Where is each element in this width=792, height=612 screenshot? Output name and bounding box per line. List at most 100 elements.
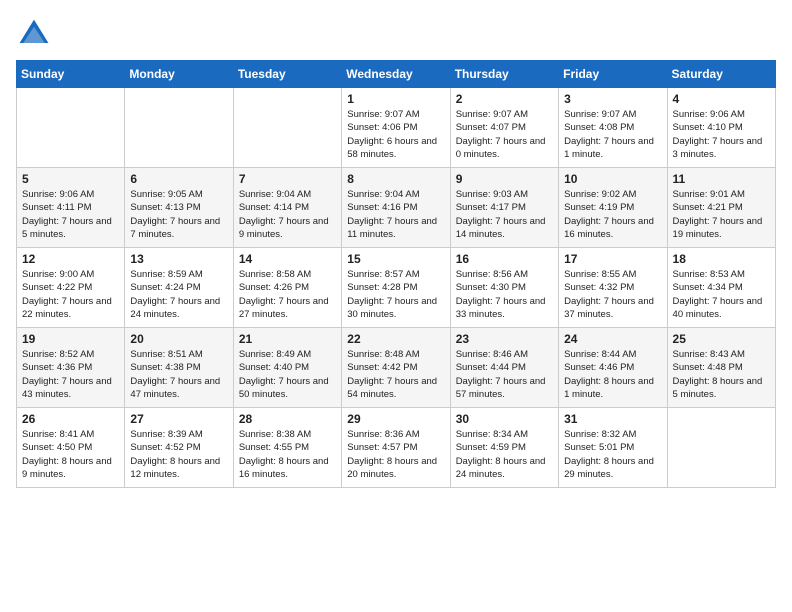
day-number: 25: [673, 332, 770, 346]
calendar-cell: 13 Sunrise: 8:59 AM Sunset: 4:24 PM Dayli…: [125, 248, 233, 328]
calendar-body: 1 Sunrise: 9:07 AM Sunset: 4:06 PM Daylig…: [17, 88, 776, 488]
logo: [16, 16, 56, 52]
cell-info: Sunrise: 8:36 AM Sunset: 4:57 PM Dayligh…: [347, 428, 444, 481]
header-cell-wednesday: Wednesday: [342, 61, 450, 88]
day-number: 20: [130, 332, 227, 346]
day-number: 17: [564, 252, 661, 266]
day-number: 28: [239, 412, 336, 426]
header-cell-tuesday: Tuesday: [233, 61, 341, 88]
day-number: 3: [564, 92, 661, 106]
cell-info: Sunrise: 8:58 AM Sunset: 4:26 PM Dayligh…: [239, 268, 336, 321]
cell-info: Sunrise: 8:38 AM Sunset: 4:55 PM Dayligh…: [239, 428, 336, 481]
calendar-cell: 4Sunrise: 9:06 AM Sunset: 4:10 PM Daylig…: [667, 88, 775, 168]
day-number: 23: [456, 332, 553, 346]
calendar-cell: 11 Sunrise: 9:01 AM Sunset: 4:21 PM Dayli…: [667, 168, 775, 248]
header-cell-monday: Monday: [125, 61, 233, 88]
cell-info: Sunrise: 8:44 AM Sunset: 4:46 PM Dayligh…: [564, 348, 661, 401]
cell-info: Sunrise: 9:01 AM Sunset: 4:21 PM Dayligh…: [673, 188, 770, 241]
calendar-cell: 18Sunrise: 8:53 AM Sunset: 4:34 PM Dayli…: [667, 248, 775, 328]
calendar-cell: 15 Sunrise: 8:57 AM Sunset: 4:28 PM Dayli…: [342, 248, 450, 328]
day-number: 5: [22, 172, 119, 186]
day-number: 30: [456, 412, 553, 426]
calendar-cell: 6 Sunrise: 9:05 AM Sunset: 4:13 PM Daylig…: [125, 168, 233, 248]
cell-info: Sunrise: 9:02 AM Sunset: 4:19 PM Dayligh…: [564, 188, 661, 241]
cell-info: Sunrise: 9:06 AM Sunset: 4:10 PM Dayligh…: [673, 108, 770, 161]
calendar-cell: 22 Sunrise: 8:48 AM Sunset: 4:42 PM Dayli…: [342, 328, 450, 408]
calendar-cell: 29 Sunrise: 8:36 AM Sunset: 4:57 PM Dayli…: [342, 408, 450, 488]
calendar-cell: 1 Sunrise: 9:07 AM Sunset: 4:06 PM Daylig…: [342, 88, 450, 168]
cell-info: Sunrise: 8:55 AM Sunset: 4:32 PM Dayligh…: [564, 268, 661, 321]
week-row-3: 12 Sunrise: 9:00 AM Sunset: 4:22 PM Dayli…: [17, 248, 776, 328]
calendar-cell: 24 Sunrise: 8:44 AM Sunset: 4:46 PM Dayli…: [559, 328, 667, 408]
cell-info: Sunrise: 8:57 AM Sunset: 4:28 PM Dayligh…: [347, 268, 444, 321]
day-number: 10: [564, 172, 661, 186]
cell-info: Sunrise: 9:04 AM Sunset: 4:16 PM Dayligh…: [347, 188, 444, 241]
cell-info: Sunrise: 8:53 AM Sunset: 4:34 PM Dayligh…: [673, 268, 770, 321]
calendar-cell: [125, 88, 233, 168]
day-number: 7: [239, 172, 336, 186]
day-number: 6: [130, 172, 227, 186]
header-cell-thursday: Thursday: [450, 61, 558, 88]
day-number: 31: [564, 412, 661, 426]
calendar-cell: 20 Sunrise: 8:51 AM Sunset: 4:38 PM Dayli…: [125, 328, 233, 408]
cell-info: Sunrise: 8:41 AM Sunset: 4:50 PM Dayligh…: [22, 428, 119, 481]
day-number: 15: [347, 252, 444, 266]
day-number: 14: [239, 252, 336, 266]
cell-info: Sunrise: 8:39 AM Sunset: 4:52 PM Dayligh…: [130, 428, 227, 481]
cell-info: Sunrise: 8:49 AM Sunset: 4:40 PM Dayligh…: [239, 348, 336, 401]
calendar-cell: 8 Sunrise: 9:04 AM Sunset: 4:16 PM Daylig…: [342, 168, 450, 248]
calendar-cell: 7 Sunrise: 9:04 AM Sunset: 4:14 PM Daylig…: [233, 168, 341, 248]
header-cell-friday: Friday: [559, 61, 667, 88]
calendar-cell: 5Sunrise: 9:06 AM Sunset: 4:11 PM Daylig…: [17, 168, 125, 248]
cell-info: Sunrise: 8:59 AM Sunset: 4:24 PM Dayligh…: [130, 268, 227, 321]
day-number: 24: [564, 332, 661, 346]
day-number: 11: [673, 172, 770, 186]
cell-info: Sunrise: 8:32 AM Sunset: 5:01 PM Dayligh…: [564, 428, 661, 481]
logo-icon: [16, 16, 52, 52]
cell-info: Sunrise: 9:05 AM Sunset: 4:13 PM Dayligh…: [130, 188, 227, 241]
week-row-5: 26 Sunrise: 8:41 AM Sunset: 4:50 PM Dayli…: [17, 408, 776, 488]
day-number: 8: [347, 172, 444, 186]
calendar-cell: 30 Sunrise: 8:34 AM Sunset: 4:59 PM Dayli…: [450, 408, 558, 488]
cell-info: Sunrise: 9:04 AM Sunset: 4:14 PM Dayligh…: [239, 188, 336, 241]
cell-info: Sunrise: 8:48 AM Sunset: 4:42 PM Dayligh…: [347, 348, 444, 401]
calendar-cell: 2 Sunrise: 9:07 AM Sunset: 4:07 PM Daylig…: [450, 88, 558, 168]
cell-info: Sunrise: 8:52 AM Sunset: 4:36 PM Dayligh…: [22, 348, 119, 401]
day-number: 19: [22, 332, 119, 346]
day-number: 1: [347, 92, 444, 106]
calendar-table: SundayMondayTuesdayWednesdayThursdayFrid…: [16, 60, 776, 488]
calendar-cell: 9Sunrise: 9:03 AM Sunset: 4:17 PM Daylig…: [450, 168, 558, 248]
cell-info: Sunrise: 8:46 AM Sunset: 4:44 PM Dayligh…: [456, 348, 553, 401]
calendar-cell: 26 Sunrise: 8:41 AM Sunset: 4:50 PM Dayli…: [17, 408, 125, 488]
cell-info: Sunrise: 8:34 AM Sunset: 4:59 PM Dayligh…: [456, 428, 553, 481]
week-row-1: 1 Sunrise: 9:07 AM Sunset: 4:06 PM Daylig…: [17, 88, 776, 168]
day-number: 13: [130, 252, 227, 266]
day-number: 29: [347, 412, 444, 426]
calendar-header: SundayMondayTuesdayWednesdayThursdayFrid…: [17, 61, 776, 88]
calendar-cell: 21 Sunrise: 8:49 AM Sunset: 4:40 PM Dayli…: [233, 328, 341, 408]
cell-info: Sunrise: 8:51 AM Sunset: 4:38 PM Dayligh…: [130, 348, 227, 401]
day-number: 27: [130, 412, 227, 426]
day-number: 26: [22, 412, 119, 426]
day-number: 2: [456, 92, 553, 106]
calendar-cell: [17, 88, 125, 168]
cell-info: Sunrise: 9:07 AM Sunset: 4:07 PM Dayligh…: [456, 108, 553, 161]
calendar-cell: 16Sunrise: 8:56 AM Sunset: 4:30 PM Dayli…: [450, 248, 558, 328]
day-number: 22: [347, 332, 444, 346]
calendar-cell: 27 Sunrise: 8:39 AM Sunset: 4:52 PM Dayli…: [125, 408, 233, 488]
calendar-cell: 3Sunrise: 9:07 AM Sunset: 4:08 PM Daylig…: [559, 88, 667, 168]
day-number: 12: [22, 252, 119, 266]
cell-info: Sunrise: 8:43 AM Sunset: 4:48 PM Dayligh…: [673, 348, 770, 401]
cell-info: Sunrise: 9:00 AM Sunset: 4:22 PM Dayligh…: [22, 268, 119, 321]
header-cell-saturday: Saturday: [667, 61, 775, 88]
cell-info: Sunrise: 9:07 AM Sunset: 4:06 PM Dayligh…: [347, 108, 444, 161]
calendar-cell: 31 Sunrise: 8:32 AM Sunset: 5:01 PM Dayli…: [559, 408, 667, 488]
calendar-cell: 10 Sunrise: 9:02 AM Sunset: 4:19 PM Dayli…: [559, 168, 667, 248]
cell-info: Sunrise: 9:03 AM Sunset: 4:17 PM Dayligh…: [456, 188, 553, 241]
calendar-cell: 14 Sunrise: 8:58 AM Sunset: 4:26 PM Dayli…: [233, 248, 341, 328]
calendar-cell: [667, 408, 775, 488]
week-row-4: 19 Sunrise: 8:52 AM Sunset: 4:36 PM Dayli…: [17, 328, 776, 408]
calendar-cell: 19 Sunrise: 8:52 AM Sunset: 4:36 PM Dayli…: [17, 328, 125, 408]
calendar-cell: 25 Sunrise: 8:43 AM Sunset: 4:48 PM Dayli…: [667, 328, 775, 408]
day-number: 21: [239, 332, 336, 346]
